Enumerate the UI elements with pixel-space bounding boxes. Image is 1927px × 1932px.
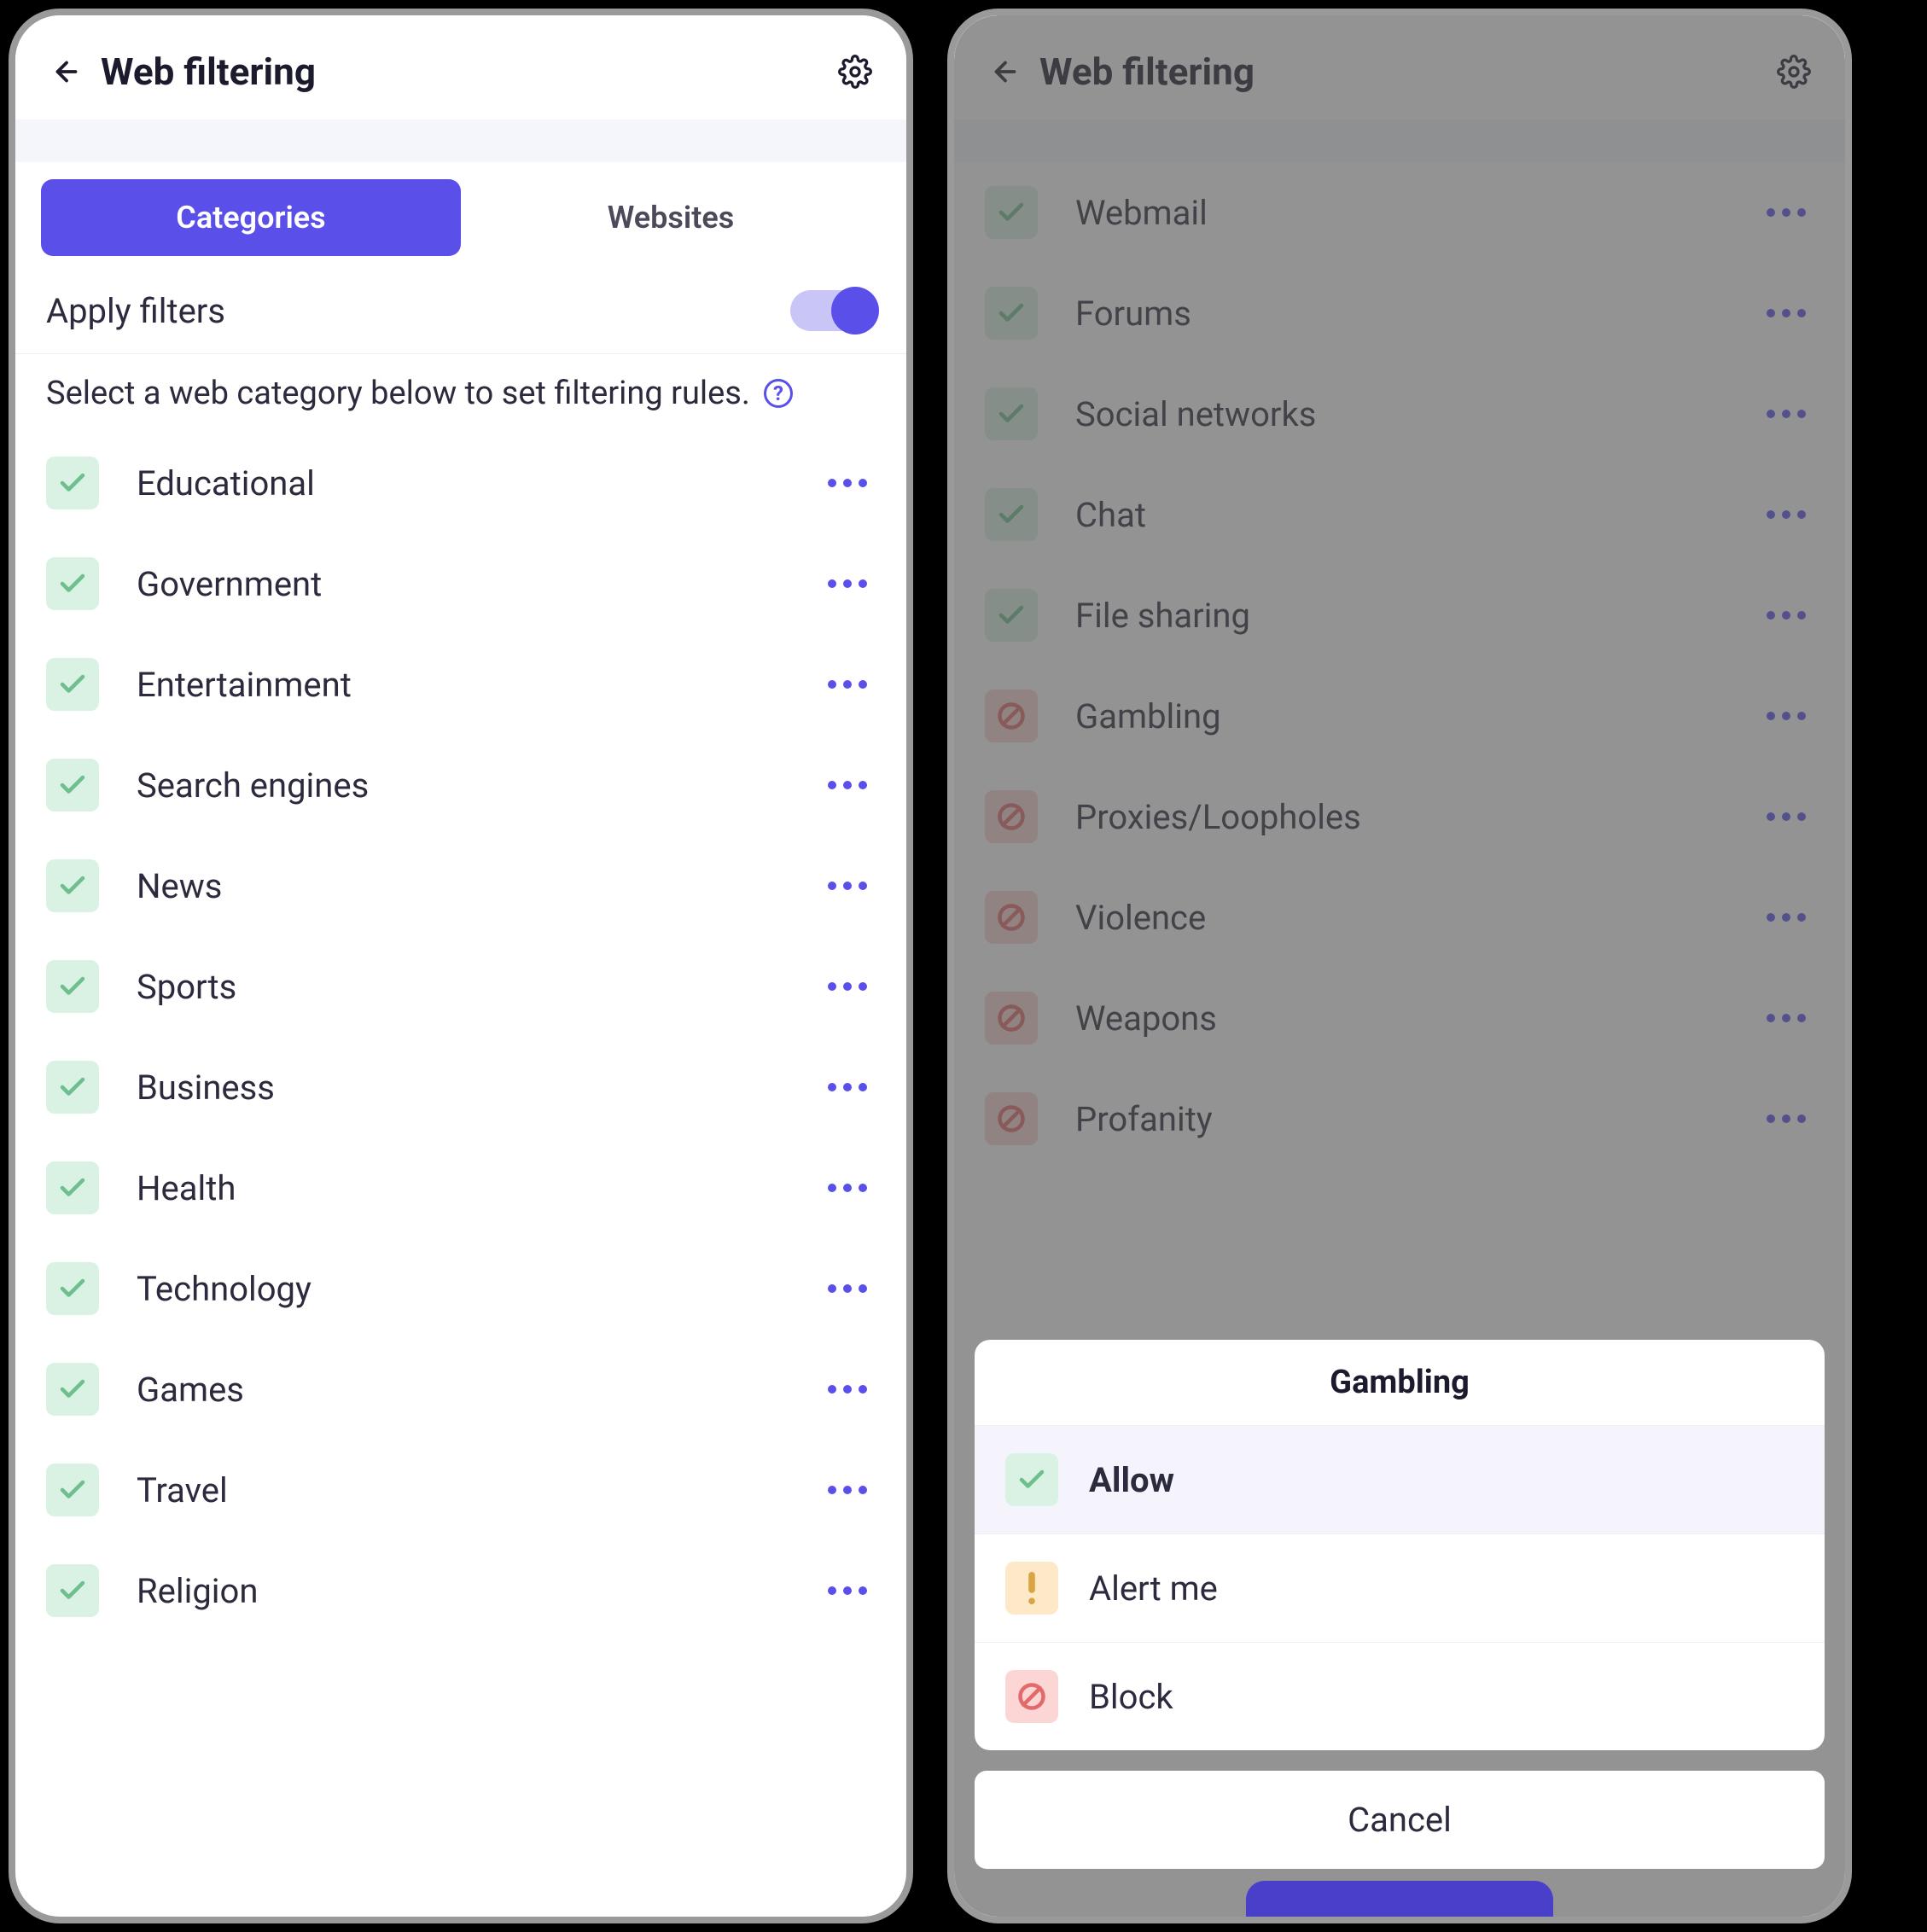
cancel-button[interactable]: Cancel — [975, 1771, 1825, 1869]
status-badge-alert — [1005, 1562, 1058, 1615]
check-icon — [57, 1475, 88, 1505]
category-row: Business — [46, 1037, 876, 1138]
alert-icon — [1026, 1572, 1038, 1604]
sheet-option-allow[interactable]: Allow — [975, 1425, 1825, 1533]
back-button[interactable] — [48, 53, 85, 90]
apply-filters-toggle[interactable] — [790, 290, 876, 331]
category-label: Games — [137, 1370, 782, 1410]
category-label: Government — [137, 564, 782, 604]
option-label: Allow — [1089, 1460, 1174, 1500]
category-label: Health — [137, 1168, 782, 1208]
header-bar: Web filtering — [15, 15, 906, 119]
bottom-handle — [1246, 1881, 1553, 1917]
gear-icon — [838, 55, 872, 89]
arrow-left-icon — [51, 56, 82, 87]
category-row: Travel — [46, 1440, 876, 1540]
category-label: Travel — [137, 1470, 782, 1510]
more-options-button[interactable] — [819, 873, 876, 899]
category-label: Business — [137, 1068, 782, 1108]
option-label: Alert me — [1089, 1568, 1218, 1609]
status-badge-allow — [46, 658, 99, 711]
check-icon — [57, 1575, 88, 1606]
tab-categories[interactable]: Categories — [41, 179, 461, 256]
block-icon — [1016, 1681, 1047, 1712]
check-icon — [1016, 1464, 1047, 1495]
category-row: Health — [46, 1138, 876, 1238]
status-badge-allow — [46, 960, 99, 1013]
status-badge-allow — [46, 1262, 99, 1315]
check-icon — [57, 1374, 88, 1405]
check-icon — [57, 468, 88, 498]
check-icon — [57, 1173, 88, 1203]
category-row: News — [46, 835, 876, 936]
category-row: Sports — [46, 936, 876, 1037]
category-label: Religion — [137, 1571, 782, 1611]
tab-websites[interactable]: Websites — [461, 179, 881, 256]
category-row: Games — [46, 1339, 876, 1440]
more-options-button[interactable] — [819, 1074, 876, 1100]
more-options-button[interactable] — [819, 672, 876, 697]
more-options-button[interactable] — [819, 470, 876, 496]
category-row: Educational — [46, 433, 876, 533]
help-button[interactable]: ? — [764, 379, 793, 408]
settings-button[interactable] — [836, 53, 874, 90]
status-badge-block — [1005, 1670, 1058, 1723]
status-badge-allow — [46, 759, 99, 812]
status-badge-allow — [1005, 1453, 1058, 1506]
apply-filters-row: Apply filters — [15, 273, 906, 354]
more-options-button[interactable] — [819, 571, 876, 596]
check-icon — [57, 971, 88, 1002]
category-label: Technology — [137, 1269, 782, 1309]
more-options-button[interactable] — [819, 1276, 876, 1301]
screen-right: Web filtering WebmailForumsSocial networ… — [947, 9, 1852, 1923]
status-badge-allow — [46, 557, 99, 610]
action-sheet: Gambling Allow Alert me Block — [975, 1340, 1825, 1750]
status-badge-allow — [46, 1161, 99, 1214]
category-list: Educational Government Entertainment Search… — [15, 433, 906, 1917]
sheet-option-block[interactable]: Block — [975, 1642, 1825, 1750]
instruction-row: Select a web category below to set filte… — [15, 354, 906, 433]
screen-left: Web filtering Categories Websites Apply … — [9, 9, 913, 1923]
instruction-text: Select a web category below to set filte… — [46, 375, 750, 412]
check-icon — [57, 669, 88, 700]
status-badge-allow — [46, 1061, 99, 1114]
apply-filters-label: Apply filters — [46, 291, 225, 331]
more-options-button[interactable] — [819, 1376, 876, 1402]
modal-overlay[interactable]: Gambling Allow Alert me Block Cancel — [954, 15, 1845, 1917]
divider-bar — [15, 119, 906, 162]
toggle-knob — [831, 287, 879, 335]
category-row: Technology — [46, 1238, 876, 1339]
page-title: Web filtering — [101, 49, 836, 94]
status-badge-allow — [46, 1363, 99, 1416]
check-icon — [57, 1273, 88, 1304]
category-label: Sports — [137, 967, 782, 1007]
tabs: Categories Websites — [15, 162, 906, 273]
status-badge-allow — [46, 1564, 99, 1617]
category-row: Religion — [46, 1540, 876, 1641]
status-badge-allow — [46, 457, 99, 509]
option-label: Block — [1089, 1677, 1173, 1717]
sheet-title: Gambling — [975, 1340, 1825, 1425]
category-label: Entertainment — [137, 665, 782, 705]
more-options-button[interactable] — [819, 974, 876, 999]
check-icon — [57, 770, 88, 800]
check-icon — [57, 1072, 88, 1103]
category-label: Educational — [137, 463, 782, 503]
more-options-button[interactable] — [819, 1578, 876, 1603]
check-icon — [57, 568, 88, 599]
category-row: Entertainment — [46, 634, 876, 735]
check-icon — [57, 870, 88, 901]
category-row: Government — [46, 533, 876, 634]
category-label: News — [137, 866, 782, 906]
status-badge-allow — [46, 1464, 99, 1516]
category-row: Search engines — [46, 735, 876, 835]
category-label: Search engines — [137, 765, 782, 806]
more-options-button[interactable] — [819, 1175, 876, 1201]
more-options-button[interactable] — [819, 772, 876, 798]
status-badge-allow — [46, 859, 99, 912]
sheet-option-alert[interactable]: Alert me — [975, 1533, 1825, 1642]
more-options-button[interactable] — [819, 1477, 876, 1503]
